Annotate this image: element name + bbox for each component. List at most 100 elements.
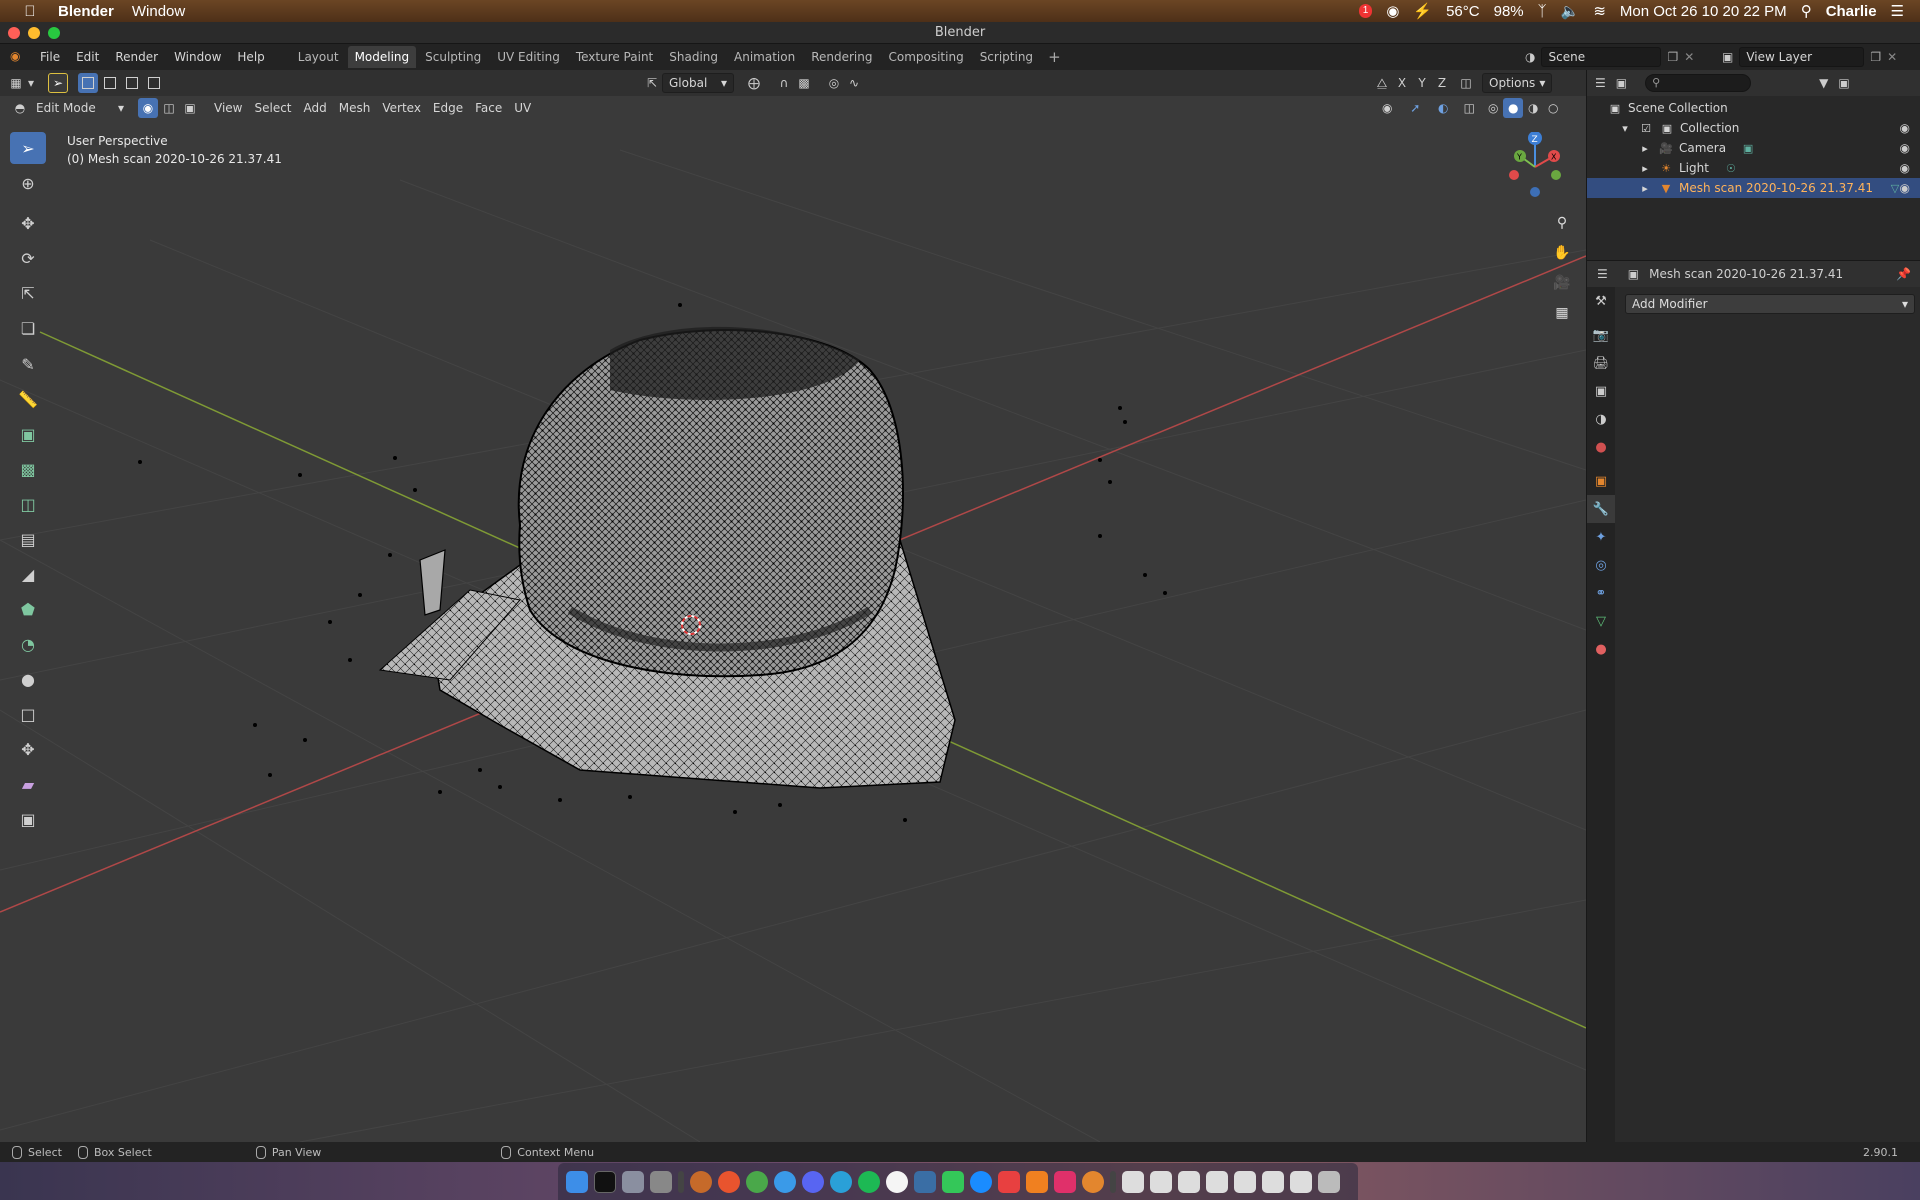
cursor-tool[interactable]: ⊕ (10, 167, 46, 199)
apple-icon[interactable]:  (20, 3, 40, 20)
telegram-icon[interactable] (830, 1170, 852, 1193)
tab-compositing[interactable]: Compositing (881, 46, 970, 68)
view-layer-field[interactable]: View Layer (1739, 47, 1865, 67)
user-name[interactable]: Charlie (1826, 3, 1877, 20)
facetime-icon[interactable] (942, 1170, 964, 1193)
camera-view-icon[interactable]: 🎥 (1549, 270, 1575, 296)
extrude-tool[interactable]: ▣ (10, 418, 46, 450)
bevel-tool[interactable]: ◫ (10, 488, 46, 520)
zoom-icon[interactable]: ⚲ (1549, 210, 1575, 236)
filter-icon[interactable]: ▼ (1819, 76, 1828, 90)
mirror-icon[interactable]: ⧋ (1372, 73, 1392, 93)
loop-cut-tool[interactable]: ▤ (10, 523, 46, 555)
smooth-tool[interactable]: ● (10, 663, 46, 695)
document-icon[interactable] (1122, 1170, 1144, 1193)
document-icon[interactable] (1178, 1170, 1200, 1193)
mesh-data-tab-icon[interactable]: ▽ (1587, 607, 1615, 635)
mac-menu-window[interactable]: Window (132, 3, 185, 20)
visibility-eye-icon[interactable]: ◉ (1900, 181, 1910, 195)
display-mode-icon[interactable]: ▣ (1616, 76, 1627, 90)
viewport-scene[interactable] (0, 70, 1586, 1142)
app-store-icon[interactable] (970, 1170, 992, 1193)
camera-data-icon[interactable]: ▣ (1740, 140, 1756, 156)
gizmo-icon[interactable]: ➚ (1405, 98, 1425, 118)
visibility-icon[interactable]: ◉ (1377, 98, 1397, 118)
new-collection-icon[interactable]: ▣ (1838, 76, 1849, 90)
perspective-toggle-icon[interactable]: ▦ (1549, 300, 1575, 326)
inset-tool[interactable]: ▩ (10, 453, 46, 485)
edge-select-icon[interactable]: ◫ (159, 98, 179, 118)
delete-view-layer-icon[interactable]: ✕ (1887, 50, 1897, 64)
photos-icon[interactable] (998, 1170, 1020, 1193)
spin-tool[interactable]: ◔ (10, 628, 46, 660)
system-preferences-icon[interactable] (650, 1170, 672, 1193)
xray-icon[interactable]: ◫ (1459, 98, 1479, 118)
poly-build-tool[interactable]: ⬟ (10, 593, 46, 625)
volume-icon[interactable]: 🔈 (1561, 2, 1580, 20)
music-icon[interactable] (886, 1170, 908, 1193)
falloff-curve-icon[interactable]: ∿ (844, 73, 864, 93)
menu-view[interactable]: View (208, 98, 248, 118)
expand-chevron-icon[interactable]: ▸ (1637, 140, 1653, 156)
rendered-shading-icon[interactable]: ○ (1543, 98, 1563, 118)
set-new-selection-icon[interactable] (78, 73, 98, 93)
outliner-row-mesh[interactable]: ▸ ▼ Mesh scan 2020-10-26 21.37.41 ▽ ◉ (1587, 178, 1920, 198)
tab-texture-paint[interactable]: Texture Paint (569, 46, 660, 68)
transform-orientation-dropdown[interactable]: Global ▾ (662, 73, 734, 93)
render-tab-icon[interactable]: 📷 (1587, 321, 1615, 349)
tool-tab-icon[interactable]: ⚒ (1587, 287, 1615, 315)
add-workspace-button[interactable]: + (1040, 48, 1069, 66)
light-data-icon[interactable]: ☉ (1723, 160, 1739, 176)
outliner-row-scene-collection[interactable]: ▣ Scene Collection (1587, 98, 1920, 118)
options-dropdown[interactable]: Options ▾ (1482, 73, 1553, 93)
overlays-icon[interactable]: ◐ (1433, 98, 1453, 118)
tab-scripting[interactable]: Scripting (973, 46, 1040, 68)
menu-window[interactable]: Window (166, 50, 229, 64)
scale-tool[interactable]: ⇱ (10, 277, 46, 309)
control-center-icon[interactable]: ☰ (1891, 2, 1904, 20)
menu-add[interactable]: Add (298, 98, 333, 118)
orientation-icon[interactable]: ⇱ (642, 73, 662, 93)
close-window-button[interactable] (8, 27, 20, 39)
creative-cloud-icon[interactable]: ◉ (1386, 2, 1399, 20)
automator-icon[interactable] (622, 1170, 644, 1193)
material-tab-icon[interactable]: ● (1587, 635, 1615, 663)
expand-chevron-icon[interactable]: ▸ (1637, 180, 1653, 196)
proportional-edit-icon[interactable]: ◎ (824, 73, 844, 93)
world-tab-icon[interactable]: ● (1587, 433, 1615, 461)
menu-edit[interactable]: Edit (68, 50, 107, 64)
visibility-eye-icon[interactable]: ◉ (1900, 161, 1910, 175)
extend-selection-icon[interactable] (100, 73, 120, 93)
menu-edge[interactable]: Edge (427, 98, 469, 118)
visibility-eye-icon[interactable]: ◉ (1900, 121, 1910, 135)
navigation-gizmo[interactable]: Z X Y (1500, 132, 1570, 202)
menu-file[interactable]: File (32, 50, 68, 64)
knife-tool[interactable]: ◢ (10, 558, 46, 590)
mirror-z-toggle[interactable]: Z (1432, 73, 1452, 93)
particles-tab-icon[interactable]: ✦ (1587, 523, 1615, 551)
tab-rendering[interactable]: Rendering (804, 46, 879, 68)
view-layer-tab-icon[interactable]: ▣ (1587, 377, 1615, 405)
document-icon[interactable] (1262, 1170, 1284, 1193)
menu-face[interactable]: Face (469, 98, 508, 118)
mac-app-name[interactable]: Blender (58, 3, 114, 20)
menu-render[interactable]: Render (107, 50, 166, 64)
add-modifier-dropdown[interactable]: Add Modifier ▾ (1625, 294, 1915, 314)
face-select-icon[interactable]: ▣ (180, 98, 200, 118)
tab-modeling[interactable]: Modeling (347, 46, 417, 68)
menu-help[interactable]: Help (229, 50, 272, 64)
auto-merge-icon[interactable]: ◫ (1456, 73, 1476, 93)
document-icon[interactable] (1150, 1170, 1172, 1193)
snap-target-icon[interactable]: ▩ (794, 73, 814, 93)
discord-icon[interactable] (802, 1170, 824, 1193)
material-shading-icon[interactable]: ◑ (1523, 98, 1543, 118)
vertex-select-icon[interactable]: ◉ (138, 98, 158, 118)
modifier-tab-icon[interactable]: 🔧 (1587, 495, 1615, 523)
select-tweak-icon[interactable]: ➢ (48, 73, 68, 93)
zoom-window-button[interactable] (48, 27, 60, 39)
menu-mesh[interactable]: Mesh (333, 98, 377, 118)
battery-percent[interactable]: 98% (1494, 3, 1524, 20)
app-icon[interactable] (690, 1170, 712, 1193)
3d-viewport[interactable]: ▦ ▾ ➢ ⇱ Global ▾ ⨁ ∩ ▩ ◎ ∿ ⧋ X Y Z ◫ Opti… (0, 70, 1586, 1142)
finder-icon[interactable] (566, 1170, 588, 1193)
